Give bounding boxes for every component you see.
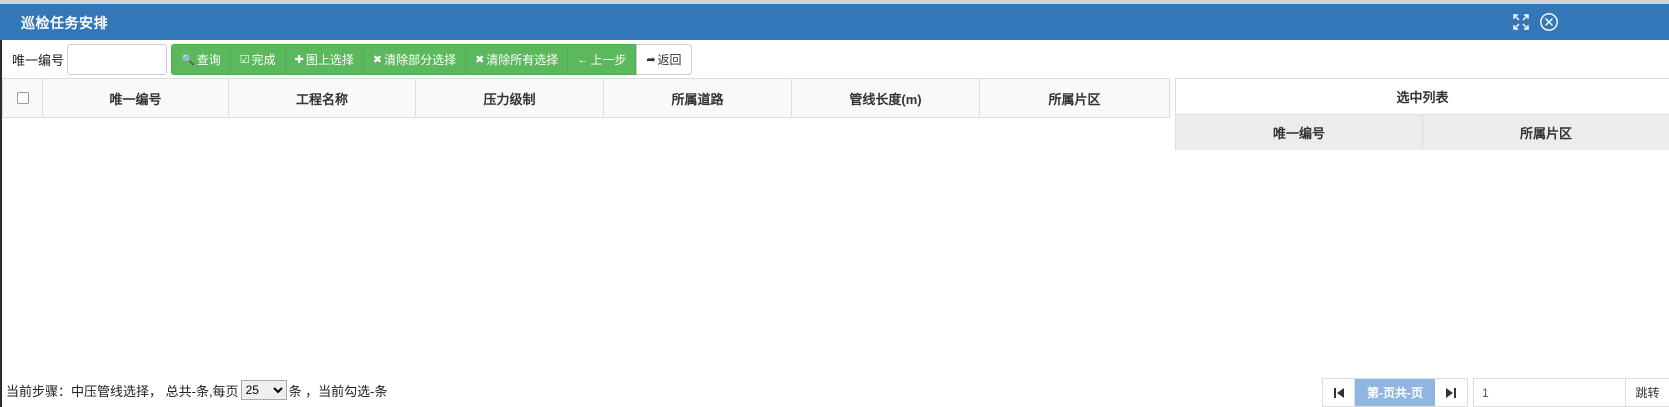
jump-button[interactable]: 跳转 — [1626, 378, 1669, 407]
column-header-unique-id[interactable]: 唯一编号 — [43, 79, 229, 117]
jump-page-input[interactable] — [1473, 378, 1626, 407]
first-page-icon — [1333, 387, 1344, 398]
map-select-button[interactable]: ✚ 图上选择 — [285, 44, 364, 75]
clear-partial-selection-label: 清除部分选择 — [384, 53, 457, 67]
window-titlebar: 巡检任务安排 — [0, 4, 1669, 40]
status-bar: 当前步骤：中压管线选择， 总共-条,每页 25 条 ，当前勾选-条 — [6, 379, 388, 401]
action-button-group: 🔍 查询 ☑ 完成 ✚ 图上选择 ✖ 清除部分选择 ✖ 清除所有选择 ← 上一步… — [171, 44, 692, 75]
pagination: 第-页共-页 — [1322, 378, 1468, 407]
column-header-pressure-level[interactable]: 压力级制 — [416, 79, 604, 117]
last-page-button[interactable] — [1435, 378, 1468, 407]
current-page-indicator: 第-页共-页 — [1355, 378, 1435, 407]
unique-id-search-input[interactable] — [67, 44, 167, 75]
selected-list-header: 唯一编号 所属片区 — [1176, 115, 1669, 150]
return-button-label: 返回 — [657, 53, 682, 67]
select-all-checkbox[interactable] — [16, 92, 29, 104]
window-title: 巡检任务安排 — [21, 15, 108, 31]
close-circle-icon[interactable] — [1539, 12, 1559, 32]
check-square-icon: ☑ — [239, 54, 250, 66]
selected-column-district: 所属片区 — [1519, 126, 1572, 141]
query-button[interactable]: 🔍 查询 — [171, 44, 231, 75]
clear-all-selection-label: 清除所有选择 — [486, 53, 559, 67]
search-icon: 🔍 — [181, 54, 195, 66]
search-label: 唯一编号 — [12, 53, 65, 68]
page-size-select[interactable]: 25 — [240, 380, 287, 400]
map-select-button-label: 图上选择 — [305, 53, 354, 67]
query-button-label: 查询 — [196, 53, 221, 67]
maximize-icon[interactable] — [1511, 12, 1531, 32]
selected-column-unique-id: 唯一编号 — [1176, 115, 1423, 150]
column-header-road[interactable]: 所属道路 — [604, 79, 792, 117]
plus-icon: ✚ — [294, 54, 304, 66]
selected-list-panel: 选中列表 唯一编号 所属片区 — [1175, 78, 1669, 150]
status-suffix: 条 ，当前勾选-条 — [288, 383, 388, 399]
status-prefix: 当前步骤：中压管线选择， 总共-条,每页 — [6, 383, 239, 399]
finish-button[interactable]: ☑ 完成 — [230, 44, 286, 75]
last-page-icon — [1446, 387, 1456, 398]
previous-step-label: 上一步 — [590, 53, 627, 67]
toolbar: 唯一编号 🔍 查询 ☑ 完成 ✚ 图上选择 ✖ 清除部分选择 ✖ 清除所有选择 … — [0, 44, 1669, 76]
select-all-cell — [3, 79, 43, 117]
clear-partial-selection-button[interactable]: ✖ 清除部分选择 — [363, 44, 467, 75]
selected-list-title: 选中列表 — [1176, 79, 1669, 115]
return-button[interactable]: ➦ 返回 — [636, 44, 692, 75]
clear-all-selection-button[interactable]: ✖ 清除所有选择 — [466, 44, 569, 75]
x-icon: ✖ — [372, 54, 383, 66]
pipeline-table-header: 唯一编号 工程名称 压力级制 所属道路 管线长度(m) 所属片区 — [2, 78, 1170, 118]
share-arrow-icon: ➦ — [646, 54, 656, 66]
column-header-project-name[interactable]: 工程名称 — [229, 79, 416, 117]
column-header-pipe-length[interactable]: 管线长度(m) — [792, 79, 980, 117]
first-page-button[interactable] — [1322, 378, 1355, 407]
arrow-left-icon: ← — [577, 53, 589, 66]
finish-button-label: 完成 — [251, 53, 276, 67]
previous-step-button[interactable]: ← 上一步 — [568, 44, 637, 75]
x-icon: ✖ — [475, 54, 485, 66]
column-header-district[interactable]: 所属片区 — [980, 79, 1169, 117]
